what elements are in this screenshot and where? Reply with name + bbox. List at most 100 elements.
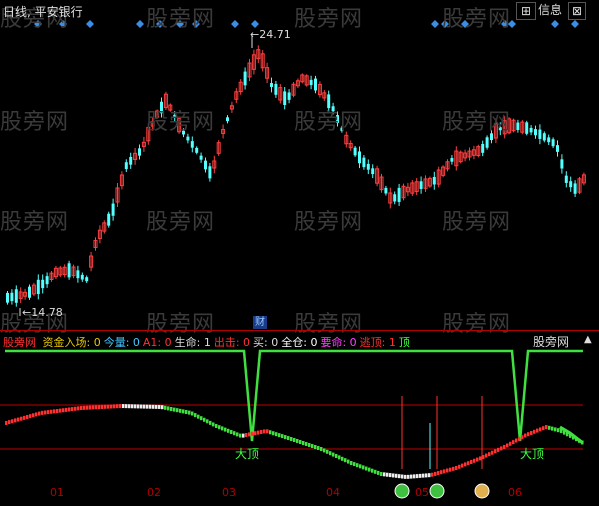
indicator-dot — [89, 405, 92, 410]
candle-body-down — [76, 270, 80, 279]
indicator-dot — [434, 471, 437, 476]
candle-body-down — [432, 176, 436, 185]
indicator-dot — [95, 405, 98, 410]
candle-body-down — [560, 159, 564, 169]
candle-body-down — [314, 78, 317, 91]
indicator-dot — [164, 405, 167, 410]
indicator-dot — [392, 473, 395, 478]
candle-body-down — [28, 286, 31, 298]
indicator-dot — [269, 430, 272, 435]
candle-body-down — [190, 141, 194, 148]
indicator-dot — [38, 411, 41, 416]
price-chart-panel[interactable]: 股旁网 股旁网 股旁网 股旁网 股旁网 股旁网 股旁网 股旁网 股旁网 股旁网 … — [0, 0, 599, 337]
indicator-dot — [326, 449, 329, 454]
indicator-dot — [179, 408, 182, 413]
candlestick-chart[interactable] — [0, 0, 599, 330]
legend-item: 要命: 0 — [320, 336, 357, 349]
legend-item: 生命: 1 — [174, 336, 211, 349]
indicator-dot — [146, 404, 149, 409]
candle-body-down — [107, 213, 111, 226]
legend-item: 买: 0 — [253, 336, 279, 349]
candle-body-down — [516, 122, 520, 131]
candle-body-down — [270, 83, 273, 87]
indicator-dot — [26, 415, 29, 419]
chart-layout-button[interactable]: ⊞ — [516, 2, 536, 20]
indicator-dot — [8, 420, 11, 425]
candle-body-down — [186, 136, 190, 141]
candle-body-down — [542, 133, 546, 141]
info-button[interactable]: 信息 — [538, 2, 566, 18]
candle-body-down — [556, 145, 559, 152]
indicator-dot — [218, 425, 221, 430]
candle-body-down — [358, 151, 361, 164]
signal-diamond — [571, 20, 579, 28]
indicator-dot — [299, 440, 302, 444]
indicator-dot — [512, 440, 515, 445]
indicator-dot — [341, 456, 344, 461]
legend-item: 出击: 0 — [213, 336, 251, 349]
indicator-dot — [452, 466, 455, 471]
indicator-dot — [545, 425, 548, 429]
signal-diamond — [431, 20, 439, 28]
indicator-dot — [353, 462, 356, 467]
indicator-chart[interactable] — [0, 331, 599, 502]
indicator-dot — [494, 449, 497, 454]
candle-body-down — [551, 139, 555, 147]
indicator-dot — [116, 404, 119, 409]
indicator-dot — [344, 458, 347, 463]
candle-body-down — [353, 147, 357, 156]
signal-diamond — [551, 20, 559, 28]
indicator-dot — [140, 404, 143, 409]
indicator-dot — [431, 472, 434, 477]
indicator-dot — [539, 427, 542, 432]
indicator-dot — [377, 470, 380, 475]
indicator-dot — [425, 473, 428, 478]
indicator-dot — [47, 410, 50, 415]
signal-diamond — [251, 20, 259, 28]
close-icon[interactable]: ⊠ — [568, 2, 586, 20]
indicator-dot — [413, 474, 416, 479]
indicator-dot — [17, 417, 20, 422]
legend-item: 顶 — [398, 336, 410, 349]
indicator-dot — [314, 445, 317, 449]
top-signal-line — [5, 349, 583, 442]
indicator-dot — [137, 404, 140, 409]
indicator-dot — [149, 404, 152, 409]
indicator-dot — [530, 431, 533, 435]
indicator-dot — [209, 420, 212, 425]
indicator-dot — [551, 426, 554, 431]
indicator-dot — [401, 474, 404, 479]
indicator-dot — [302, 441, 305, 445]
indicator-dot — [242, 433, 245, 438]
indicator-dot — [503, 444, 506, 449]
period-label: 日线 — [3, 5, 28, 19]
indicator-dot — [536, 428, 539, 433]
indicator-dot — [197, 414, 200, 419]
indicator-dot — [461, 463, 464, 468]
indicator-dot — [287, 436, 290, 441]
indicator-dot — [11, 419, 14, 424]
indicator-dot — [44, 410, 47, 415]
financial-report-marker[interactable]: 财 — [253, 316, 267, 329]
indicator-dot — [59, 408, 62, 413]
x-axis-label: 04 — [326, 486, 340, 499]
money-bag-icon — [474, 483, 490, 499]
indicator-panel[interactable]: 股旁网 资金入场: 0 今量: 0 A1: 0 生命: 1 出击: 0 买: 0 全仓: 0… — [0, 331, 599, 502]
indicator-dot — [155, 404, 158, 409]
indicator-dot — [467, 461, 470, 466]
candle-body-down — [195, 147, 199, 153]
indicator-dot — [107, 404, 110, 409]
candle-body-down — [538, 129, 542, 139]
candle-body-down — [111, 203, 115, 216]
indicator-dot — [32, 413, 35, 418]
x-axis-label: 03 — [222, 486, 236, 499]
indicator-dot — [260, 430, 263, 434]
watermark: 股旁网 — [442, 7, 512, 32]
indicator-dot — [473, 458, 476, 463]
indicator-menu-icon[interactable]: ▲ — [584, 334, 592, 345]
candle-body-down — [45, 276, 49, 285]
money-bag-icon — [394, 483, 410, 499]
indicator-dot — [383, 472, 386, 477]
indicator-dot — [389, 473, 392, 478]
signal-diamond — [231, 20, 239, 28]
